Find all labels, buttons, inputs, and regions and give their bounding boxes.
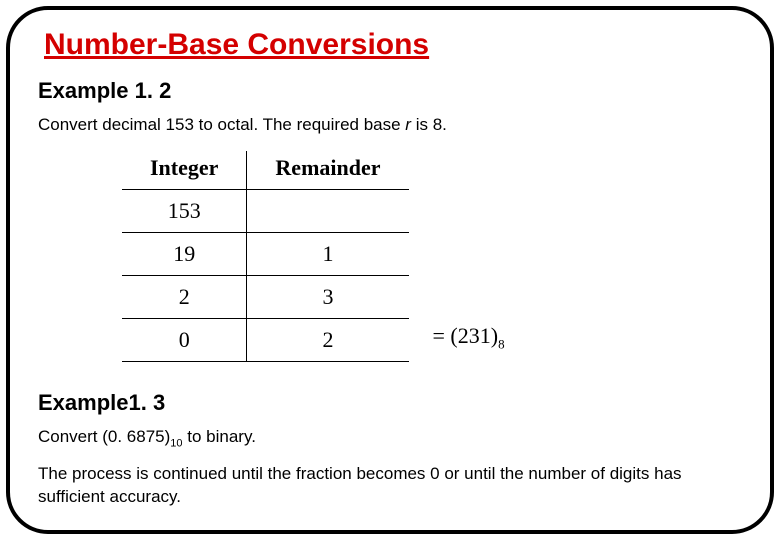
conversion-table-wrap: Integer Remainder 153 19 1 2 3 [122,151,742,362]
ex12-text-pre: Convert decimal 153 to octal. The requir… [38,115,405,134]
table-row: 0 2 [122,318,409,361]
ex13-sub-10: 10 [170,437,182,449]
cell-integer: 2 [122,275,247,318]
example-1-2-heading: Example 1. 2 [38,78,742,104]
ex13-text-pre: Convert (0. 6875) [38,427,170,446]
table-row: 19 1 [122,232,409,275]
ex12-text-post: is 8. [411,115,447,134]
cell-integer: 153 [122,189,247,232]
cell-remainder: 2 [247,318,409,361]
cell-remainder: 1 [247,232,409,275]
example-1-3-text: Convert (0. 6875)10 to binary. [38,426,742,451]
col-integer-header: Integer [122,151,247,190]
table-header-row: Integer Remainder [122,151,409,190]
col-remainder-header: Remainder [247,151,409,190]
conversion-table: Integer Remainder 153 19 1 2 3 [122,151,409,362]
ex13-text-post: to binary. [183,427,256,446]
result-eq: = (231) [433,323,499,348]
slide: Number-Base Conversions Example 1. 2 Con… [0,0,780,540]
example-1-2-text: Convert decimal 153 to octal. The requir… [38,114,742,137]
result-base: 8 [498,336,505,351]
slide-frame: Number-Base Conversions Example 1. 2 Con… [6,6,774,534]
cell-remainder [247,189,409,232]
example-1-3-heading: Example1. 3 [38,390,742,416]
cell-integer: 0 [122,318,247,361]
cell-integer: 19 [122,232,247,275]
cell-remainder: 3 [247,275,409,318]
conversion-result: = (231)8 [433,323,505,362]
table-row: 153 [122,189,409,232]
page-title: Number-Base Conversions [44,28,742,62]
example-1-3-note: The process is continued until the fract… [38,463,742,509]
table-row: 2 3 [122,275,409,318]
